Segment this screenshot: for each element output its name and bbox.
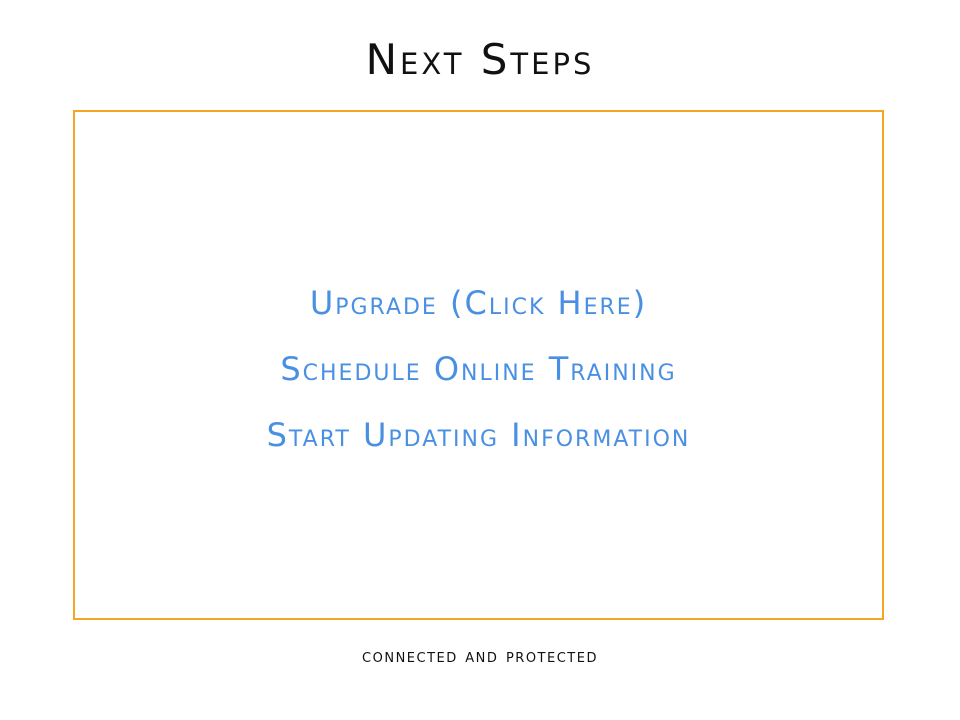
start-updating-link[interactable]: Start Updating Information	[75, 402, 882, 468]
page-title: Next Steps	[365, 35, 595, 84]
next-steps-panel: Upgrade (Click Here) Schedule Online Tra…	[73, 110, 884, 620]
upgrade-link[interactable]: Upgrade (Click Here)	[75, 270, 882, 336]
footer-tagline: connected and protected	[362, 645, 598, 667]
link-list: Upgrade (Click Here) Schedule Online Tra…	[75, 270, 882, 468]
schedule-training-link[interactable]: Schedule Online Training	[75, 336, 882, 402]
